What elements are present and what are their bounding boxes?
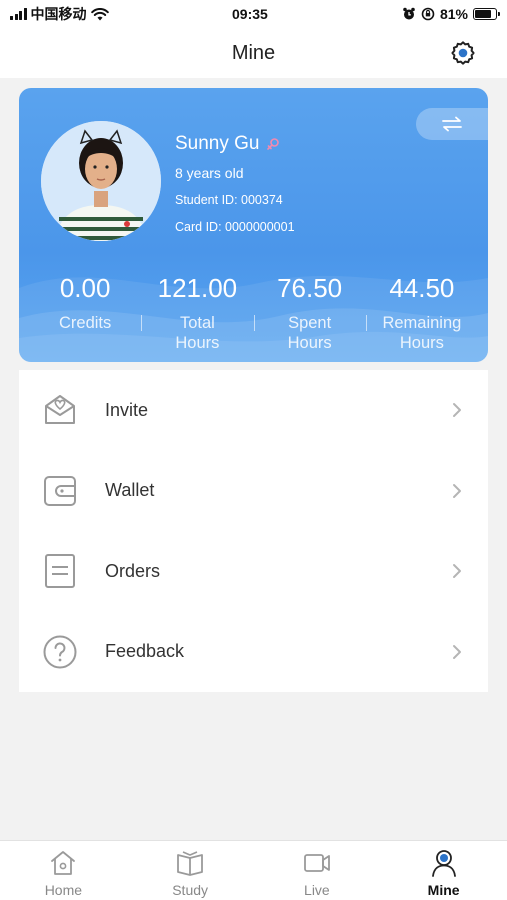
female-symbol-icon	[266, 138, 279, 150]
stat-credits: 0.00 Credits	[29, 271, 141, 353]
tab-label: Home	[44, 882, 83, 898]
status-bar: 中国移动 09:35 81%	[0, 0, 507, 28]
menu-label: Feedback	[105, 641, 185, 662]
stat-spent-hours: 76.50 Spent Hours	[253, 271, 366, 353]
video-camera-icon	[303, 854, 330, 872]
cellular-signal-icon	[10, 8, 27, 20]
profile-card: Sunny Gu 8 years old Student ID: 000374 …	[19, 88, 488, 362]
tab-label: Study	[172, 882, 209, 898]
page-title: Mine	[231, 41, 276, 64]
student-id: Student ID: 000374	[175, 193, 283, 207]
wifi-icon	[90, 7, 109, 20]
tab-label: Live	[304, 882, 330, 898]
stat-total-hours: 121.00 Total Hours	[141, 271, 253, 353]
stat-value: 76.50	[277, 273, 343, 303]
menu-item-invite[interactable]: Invite	[19, 370, 488, 451]
tab-mine[interactable]: Mine	[380, 841, 507, 900]
gear-icon[interactable]	[449, 39, 477, 67]
stat-value: 44.50	[389, 273, 455, 303]
tab-home[interactable]: Home	[0, 841, 127, 900]
menu-label: Orders	[105, 560, 161, 581]
avatar[interactable]	[41, 121, 161, 241]
stat-remaining-hours: 44.50 Remaining Hours	[365, 271, 478, 353]
carrier-name: 中国移动	[30, 6, 87, 22]
stat-divider	[141, 315, 143, 331]
stat-value: 0.00	[59, 273, 111, 303]
chevron-right-icon	[453, 564, 461, 579]
tab-live[interactable]: Live	[254, 841, 381, 900]
menu-item-orders[interactable]: Orders	[19, 531, 488, 612]
menu-label: Wallet	[105, 480, 155, 501]
wallet-icon	[44, 475, 76, 506]
document-icon	[45, 554, 75, 589]
chevron-right-icon	[453, 483, 461, 498]
card-id: Card ID: 0000000001	[175, 220, 295, 234]
menu-label: Invite	[105, 399, 149, 420]
stat-label: Spent Hours	[287, 314, 332, 352]
nav-bar: Mine	[0, 28, 507, 78]
menu-item-feedback[interactable]: Feedback	[19, 612, 488, 693]
chevron-right-icon	[453, 644, 461, 659]
chevron-right-icon	[453, 403, 461, 418]
battery-percent: 81%	[439, 6, 468, 22]
stat-divider	[253, 315, 255, 331]
stat-value: 121.00	[157, 273, 238, 303]
battery-icon	[473, 8, 500, 20]
swap-arrows-icon	[442, 116, 462, 132]
stat-divider	[365, 315, 367, 331]
person-icon	[431, 850, 456, 877]
tab-bar: Home Study Live Mine	[0, 840, 507, 900]
question-circle-icon	[43, 635, 77, 669]
stat-label: Total Hours	[175, 314, 220, 352]
tab-study[interactable]: Study	[127, 841, 254, 900]
menu-item-wallet[interactable]: Wallet	[19, 451, 488, 532]
stat-label: Remaining Hours	[382, 314, 462, 352]
home-icon	[51, 851, 76, 875]
tab-label: Mine	[427, 882, 460, 898]
stat-label: Credits	[58, 314, 112, 332]
rotation-lock-icon	[421, 7, 435, 21]
student-age: 8 years old	[175, 165, 244, 181]
switch-account-button[interactable]	[416, 108, 488, 140]
menu-list: Invite Wallet Orders Feedback	[19, 370, 488, 692]
stats-row: 0.00 Credits 121.00 Total Hours 76.50 Sp…	[29, 271, 478, 353]
alarm-icon	[403, 7, 415, 20]
envelope-heart-icon	[45, 395, 75, 425]
student-name: Sunny Gu	[175, 133, 260, 154]
book-icon	[177, 851, 204, 876]
clock: 09:35	[232, 6, 268, 22]
